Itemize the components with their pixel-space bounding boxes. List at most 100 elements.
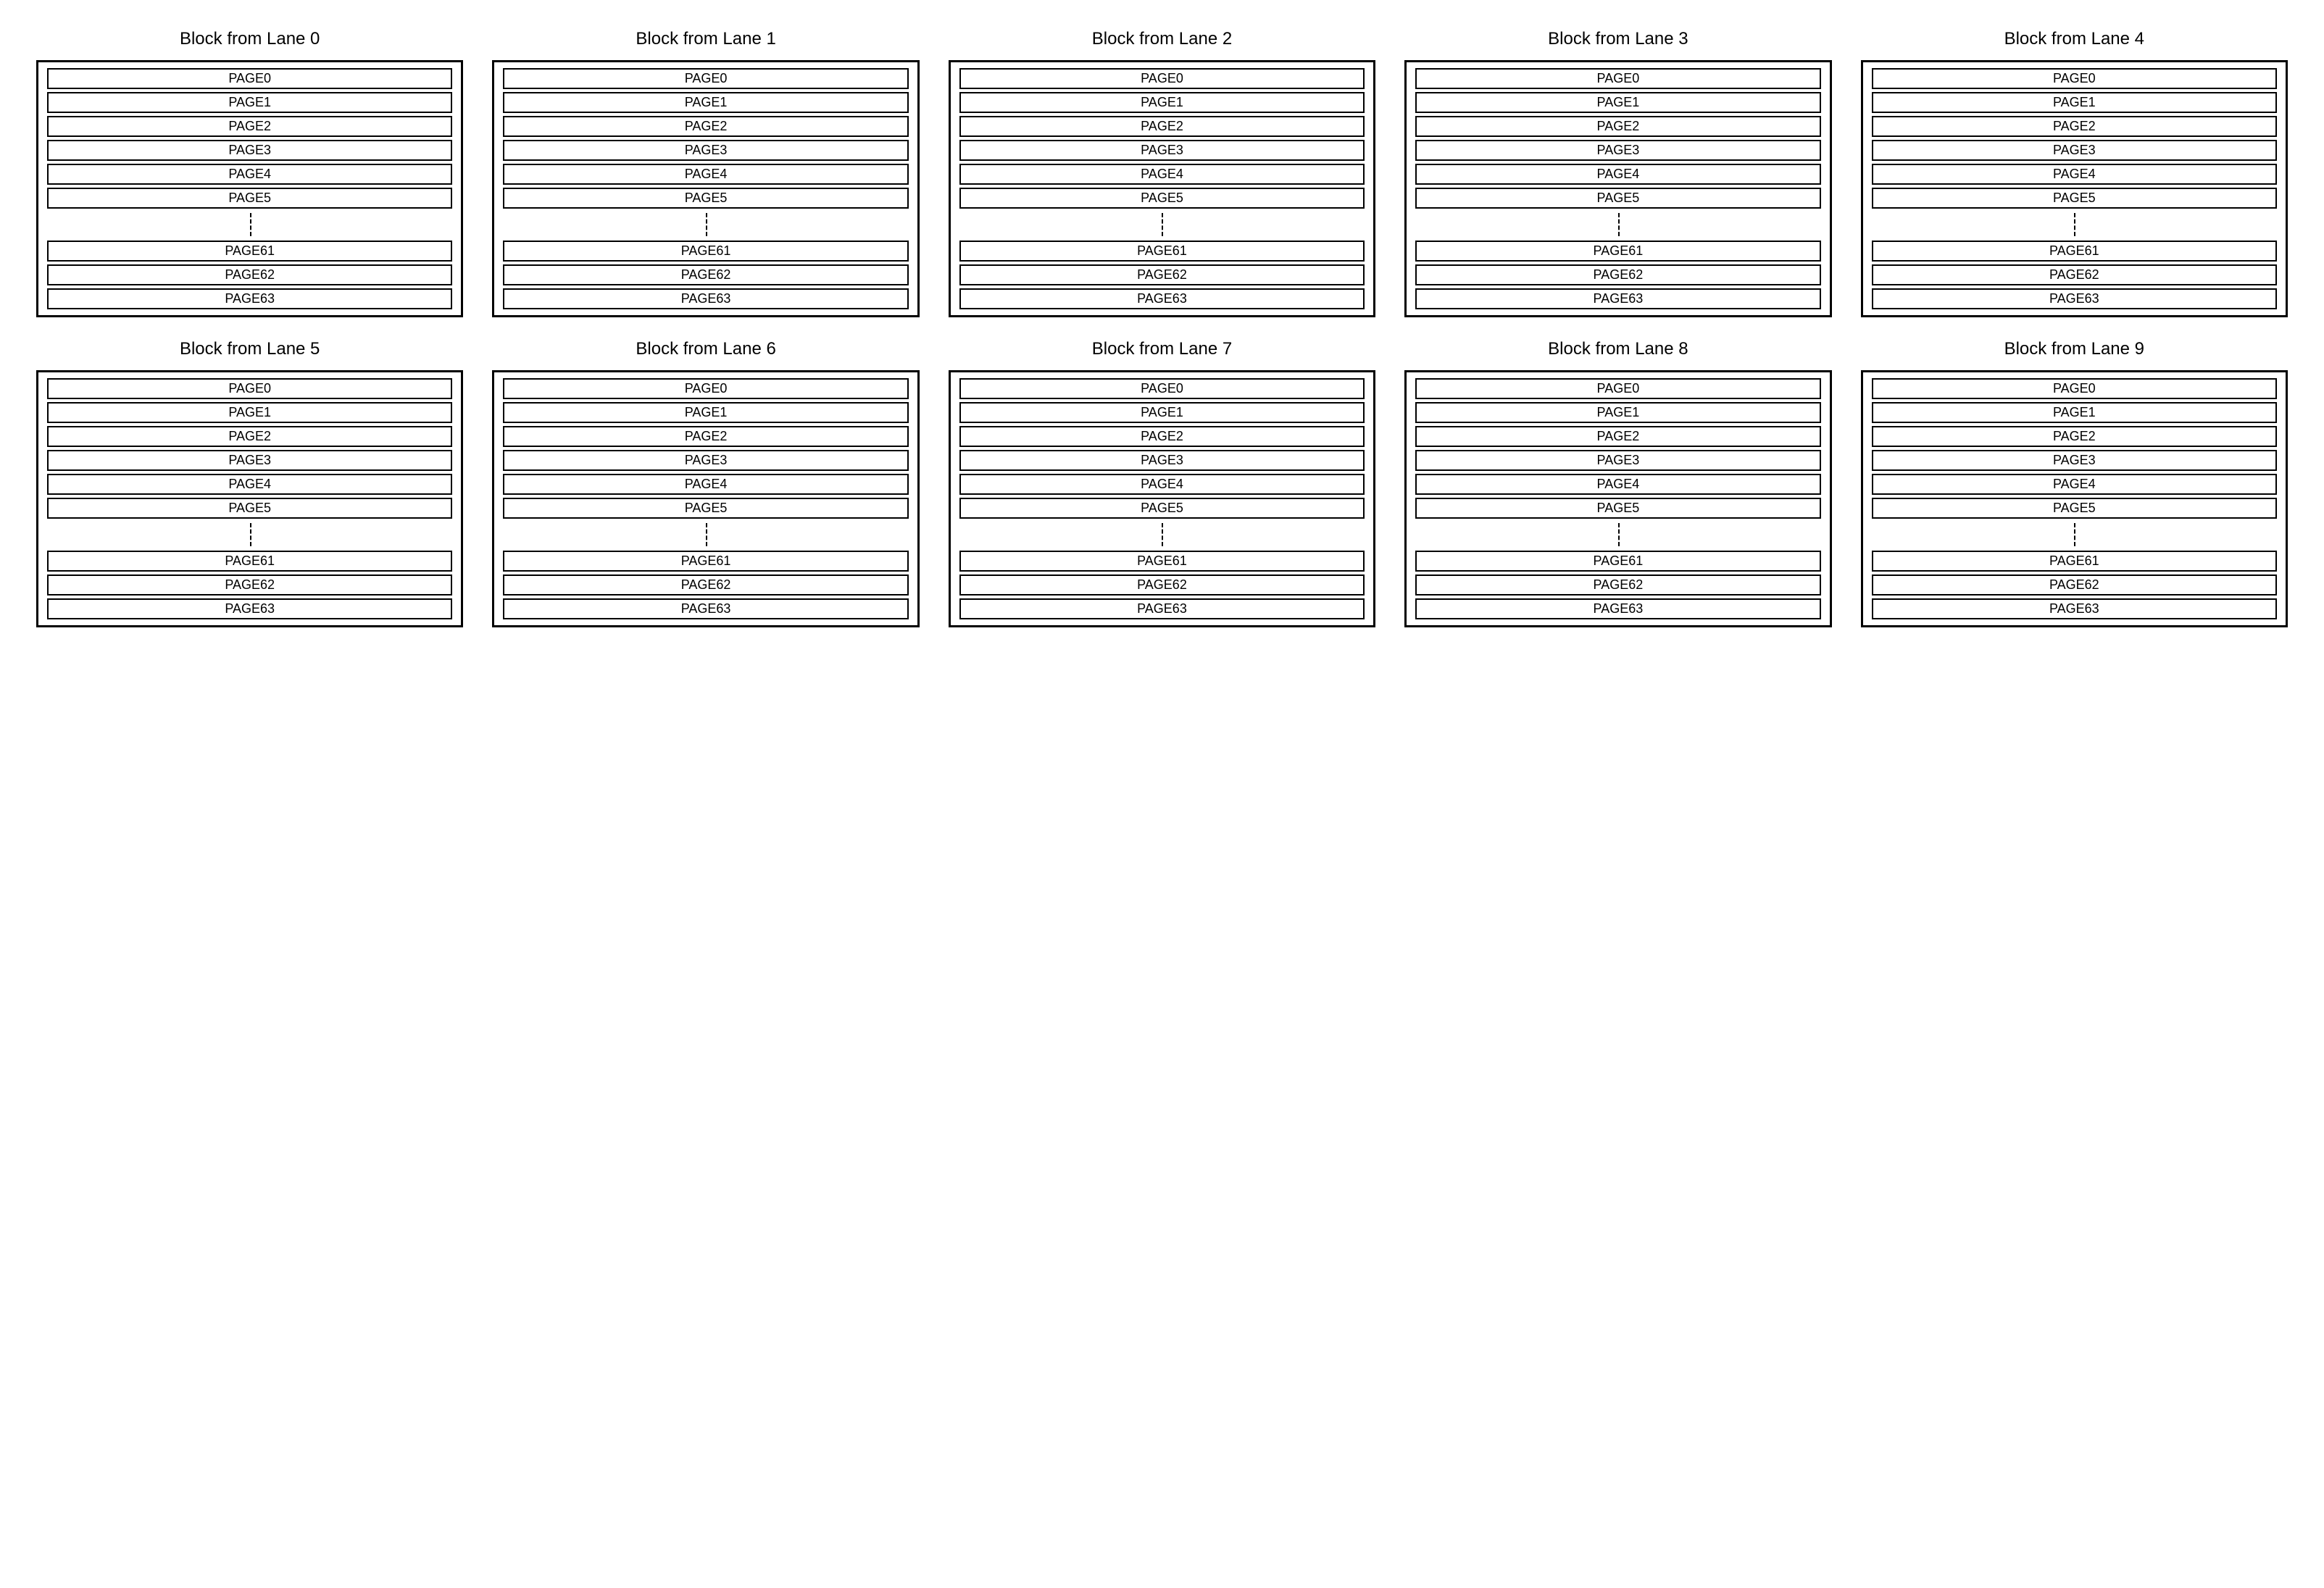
lane-title: Block from Lane 9: [1861, 339, 2288, 359]
lane-title: Block from Lane 0: [36, 29, 463, 49]
page-cell: PAGE62: [1415, 574, 1820, 596]
page-cell: PAGE4: [1872, 164, 2277, 185]
lane-group-2: Block from Lane 2PAGE0PAGE1PAGE2PAGE3PAG…: [949, 29, 1375, 317]
page-cell: PAGE0: [47, 68, 452, 89]
ellipsis-icon: [959, 212, 1365, 238]
page-cell: PAGE3: [47, 450, 452, 471]
page-cell: PAGE61: [959, 241, 1365, 262]
lane-group-7: Block from Lane 7 PAGE0 PAGE1 PAGE2 PAGE3 PAG…: [949, 339, 1375, 627]
lane-group-5: Block from Lane 5 PAGE0 PAGE1 PAGE2 PAGE3 PAG…: [36, 339, 463, 627]
page-cell: PAGE5: [503, 188, 908, 209]
ellipsis-icon: [503, 212, 908, 238]
page-cell: PAGE5: [47, 498, 452, 519]
lane-block: PAGE0PAGE1PAGE2PAGE3PAGE4PAGE5PAGE61PAGE…: [1861, 60, 2288, 317]
page-cell: PAGE63: [503, 288, 908, 309]
lane-block: PAGE0PAGE1PAGE2PAGE3PAGE4PAGE5PAGE61PAGE…: [949, 370, 1375, 627]
page-cell: PAGE63: [1415, 598, 1820, 619]
page-cell: PAGE62: [47, 574, 452, 596]
ellipsis-icon: [503, 522, 908, 548]
page-cell: PAGE3: [1415, 450, 1820, 471]
page-cell: PAGE62: [1415, 264, 1820, 285]
page-cell: PAGE0: [959, 68, 1365, 89]
page-cell: PAGE4: [503, 164, 908, 185]
lane-title: Block from Lane 3: [1404, 29, 1831, 49]
page-cell: PAGE62: [959, 264, 1365, 285]
lane-grid: Block from Lane 0 PAGE0 PAGE1 PAGE2 PAGE3 PAG…: [36, 29, 2288, 627]
page-cell: PAGE5: [1872, 188, 2277, 209]
page-cell: PAGE5: [959, 188, 1365, 209]
page-cell: PAGE62: [503, 264, 908, 285]
page-cell: PAGE61: [503, 551, 908, 572]
ellipsis-icon: [959, 522, 1365, 548]
lane-title: Block from Lane 4: [1861, 29, 2288, 49]
page-cell: PAGE2: [47, 426, 452, 447]
ellipsis-icon: [1872, 212, 2277, 238]
page-cell: PAGE0: [47, 378, 452, 399]
ellipsis-icon: [47, 522, 452, 548]
page-cell: PAGE63: [47, 288, 452, 309]
page-cell: PAGE2: [47, 116, 452, 137]
page-cell: PAGE0: [503, 68, 908, 89]
page-cell: PAGE1: [47, 92, 452, 113]
page-cell: PAGE1: [959, 402, 1365, 423]
page-cell: PAGE63: [959, 598, 1365, 619]
lane-title: Block from Lane 1: [492, 29, 919, 49]
page-cell: PAGE61: [503, 241, 908, 262]
page-cell: PAGE2: [1415, 426, 1820, 447]
lane-block: PAGE0PAGE1PAGE2PAGE3PAGE4PAGE5PAGE61PAGE…: [1404, 370, 1831, 627]
page-cell: PAGE1: [1415, 402, 1820, 423]
page-cell: PAGE4: [47, 164, 452, 185]
page-cell: PAGE2: [1872, 116, 2277, 137]
page-cell: PAGE5: [47, 188, 452, 209]
page-cell: PAGE4: [959, 474, 1365, 495]
page-cell: PAGE2: [1872, 426, 2277, 447]
page-cell: PAGE4: [1872, 474, 2277, 495]
page-cell: PAGE0: [1415, 378, 1820, 399]
page-cell: PAGE3: [1872, 140, 2277, 161]
page-cell: PAGE63: [1872, 288, 2277, 309]
page-cell: PAGE4: [503, 474, 908, 495]
page-cell: PAGE61: [47, 551, 452, 572]
lane-title: Block from Lane 6: [492, 339, 919, 359]
page-cell: PAGE2: [959, 116, 1365, 137]
ellipsis-icon: [47, 212, 452, 238]
page-cell: PAGE62: [47, 264, 452, 285]
page-cell: PAGE3: [503, 140, 908, 161]
page-cell: PAGE2: [503, 116, 908, 137]
page-cell: PAGE1: [1872, 92, 2277, 113]
lane-group-8: Block from Lane 8PAGE0PAGE1PAGE2PAGE3PAG…: [1404, 339, 1831, 627]
ellipsis-icon: [1415, 522, 1820, 548]
page-cell: PAGE4: [1415, 164, 1820, 185]
lane-block: PAGE0PAGE1PAGE2PAGE3PAGE4PAGE5PAGE61PAGE…: [1404, 60, 1831, 317]
lane-group-3: Block from Lane 3PAGE0PAGE1PAGE2PAGE3PAG…: [1404, 29, 1831, 317]
page-cell: PAGE61: [1872, 241, 2277, 262]
lane-group-0: Block from Lane 0PAGE0PAGE1PAGE2PAGE3PAG…: [36, 29, 463, 317]
page-cell: PAGE3: [1872, 450, 2277, 471]
page-cell: PAGE63: [503, 598, 908, 619]
page-cell: PAGE61: [1415, 551, 1820, 572]
page-cell: PAGE63: [959, 288, 1365, 309]
lane-title: Block from Lane 5: [36, 339, 463, 359]
page-cell: PAGE62: [959, 574, 1365, 596]
page-cell: PAGE1: [47, 402, 452, 423]
page-cell: PAGE63: [1872, 598, 2277, 619]
page-cell: PAGE1: [503, 92, 908, 113]
page-cell: PAGE0: [1415, 68, 1820, 89]
ellipsis-icon: [1415, 212, 1820, 238]
page-cell: PAGE63: [47, 598, 452, 619]
page-cell: PAGE2: [959, 426, 1365, 447]
page-cell: PAGE0: [503, 378, 908, 399]
page-cell: PAGE0: [959, 378, 1365, 399]
lane-group-6: Block from Lane 6PAGE0PAGE1PAGE2PAGE3PAG…: [492, 339, 919, 627]
page-cell: PAGE3: [959, 450, 1365, 471]
page-cell: PAGE4: [959, 164, 1365, 185]
page-cell: PAGE1: [959, 92, 1365, 113]
lane-block: PAGE0PAGE1PAGE2PAGE3PAGE4PAGE5PAGE61PAGE…: [949, 60, 1375, 317]
lane-title: Block from Lane 7: [949, 339, 1375, 359]
page-cell: PAGE2: [503, 426, 908, 447]
lane-group-4: Block from Lane 4PAGE0PAGE1PAGE2PAGE3PAG…: [1861, 29, 2288, 317]
page-cell: PAGE5: [1415, 498, 1820, 519]
lane-block: PAGE0PAGE1PAGE2PAGE3PAGE4PAGE5PAGE61PAGE…: [1861, 370, 2288, 627]
lane-block: PAGE0PAGE1PAGE2PAGE3PAGE4PAGE5PAGE61PAGE…: [36, 370, 463, 627]
page-cell: PAGE1: [1415, 92, 1820, 113]
